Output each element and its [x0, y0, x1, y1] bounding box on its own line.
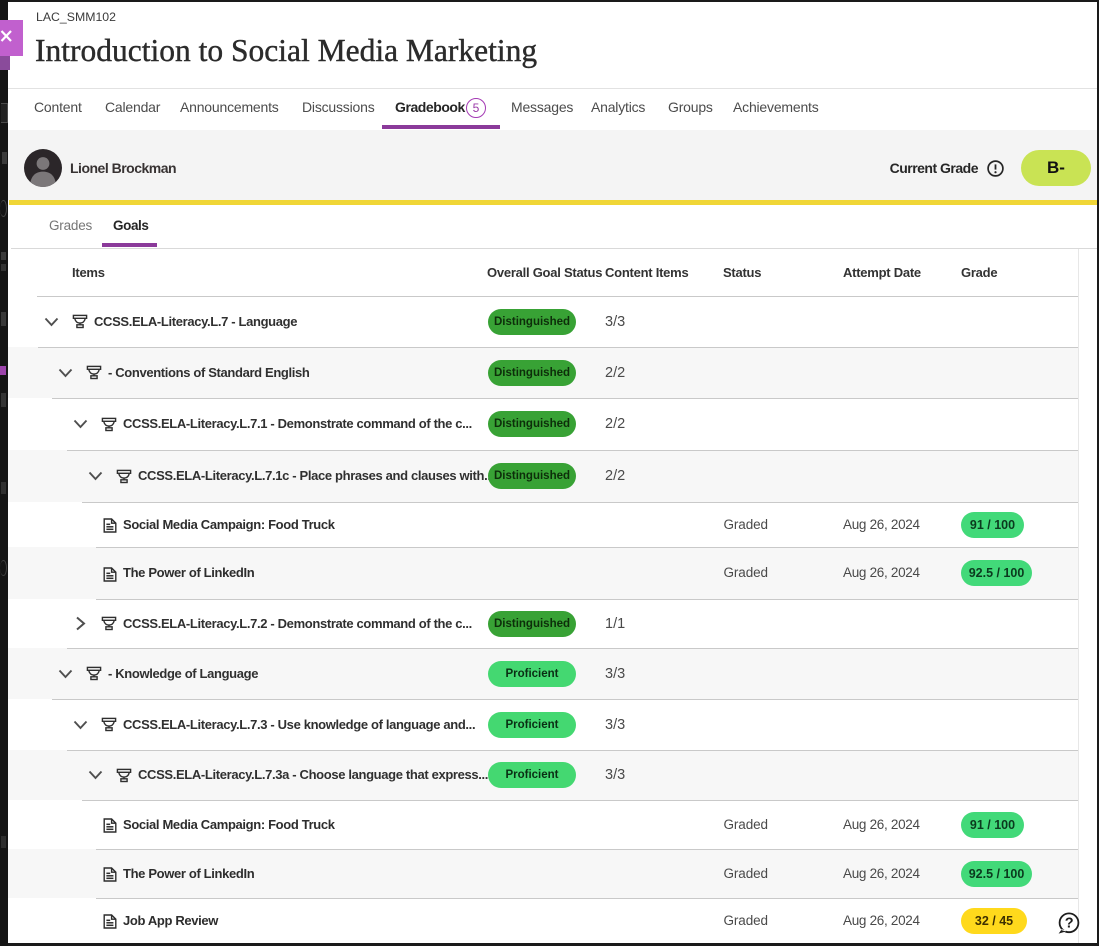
svg-text:?: ? — [1065, 916, 1074, 932]
